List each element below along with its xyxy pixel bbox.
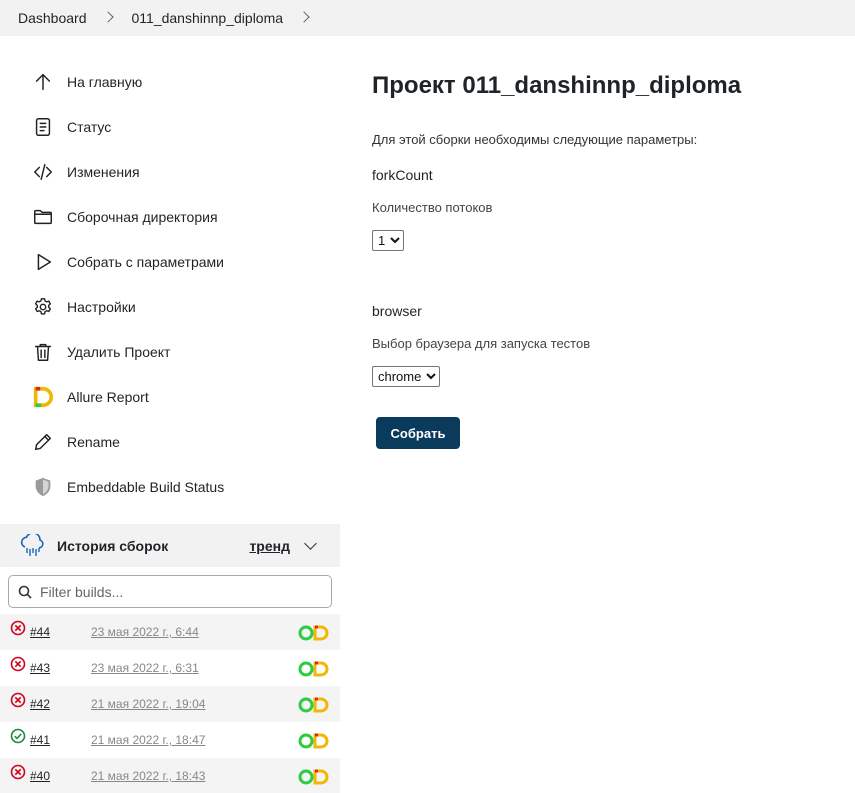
- task-label: Сборочная директория: [67, 208, 218, 225]
- failed-status-icon: [10, 692, 26, 708]
- task-workspace[interactable]: Сборочная директория: [0, 194, 340, 239]
- build-row: #43 23 мая 2022 г., 6:31: [0, 650, 340, 686]
- task-label: Изменения: [67, 163, 140, 180]
- build-row: #42 21 мая 2022 г., 19:04: [0, 686, 340, 722]
- build-number-link[interactable]: #44: [30, 625, 91, 639]
- param-description-browser: Выбор браузера для запуска тестов: [372, 336, 591, 351]
- parameters-intro: Для этой сборки необходимы следующие пар…: [372, 132, 698, 147]
- allure-report-icon[interactable]: [298, 768, 330, 786]
- build-number-link[interactable]: #42: [30, 697, 91, 711]
- folder-icon: [31, 205, 55, 229]
- build-history-title: История сборок: [57, 537, 169, 554]
- weather-rain-icon: [19, 531, 45, 558]
- build-date-link[interactable]: 21 мая 2022 г., 19:04: [91, 697, 205, 711]
- allure-report-icon[interactable]: [298, 696, 330, 714]
- forkcount-select[interactable]: 1: [372, 230, 404, 251]
- build-number-link[interactable]: #40: [30, 769, 91, 783]
- failed-status-icon: [10, 656, 26, 672]
- param-description-forkcount: Количество потоков: [372, 200, 493, 215]
- chevron-down-icon[interactable]: [304, 536, 317, 550]
- task-status[interactable]: Статус: [0, 104, 340, 149]
- build-date-link[interactable]: 23 мая 2022 г., 6:31: [91, 661, 199, 675]
- sidebar: На главную Статус Изменения Сборочная ди…: [0, 36, 340, 793]
- task-label: Статус: [67, 118, 112, 135]
- build-history: История сборок тренд #44 23 мая 2022 г.,…: [0, 524, 340, 793]
- allure-report-icon[interactable]: [298, 624, 330, 642]
- pencil-icon: [31, 430, 55, 454]
- filter-builds-input[interactable]: [40, 583, 310, 600]
- task-changes[interactable]: Изменения: [0, 149, 340, 194]
- allure-logo-icon: [31, 385, 55, 409]
- task-configure[interactable]: Настройки: [0, 284, 340, 329]
- task-build-with-parameters[interactable]: Собрать с параметрами: [0, 239, 340, 284]
- param-name-browser: browser: [372, 303, 422, 319]
- gear-icon: [31, 295, 55, 319]
- main-content: Проект 011_danshinnp_diploma Для этой сб…: [372, 36, 842, 449]
- task-embeddable-build-status[interactable]: Embeddable Build Status: [0, 464, 340, 509]
- filter-wrap: [0, 567, 340, 614]
- task-label: Embeddable Build Status: [67, 478, 225, 495]
- build-date-link[interactable]: 21 мая 2022 г., 18:43: [91, 769, 205, 783]
- breadcrumb-project[interactable]: 011_danshinnp_diploma: [132, 10, 284, 26]
- param-name-forkcount: forkCount: [372, 167, 433, 183]
- arrow-up-icon: [31, 70, 55, 94]
- browser-select[interactable]: chrome: [372, 366, 440, 387]
- task-list: На главную Статус Изменения Сборочная ди…: [0, 59, 340, 509]
- task-label: На главную: [67, 73, 143, 90]
- build-number-link[interactable]: #43: [30, 661, 91, 675]
- chevron-right-icon[interactable]: [101, 11, 114, 23]
- trend-link[interactable]: тренд: [249, 538, 290, 554]
- search-icon: [18, 585, 32, 599]
- build-row: #44 23 мая 2022 г., 6:44: [0, 614, 340, 650]
- page-title: Проект 011_danshinnp_diploma: [372, 72, 742, 99]
- trash-icon: [31, 340, 55, 364]
- task-back-to-dashboard[interactable]: На главную: [0, 59, 340, 104]
- task-label: Настройки: [67, 298, 136, 315]
- build-row: #40 21 мая 2022 г., 18:43: [0, 758, 340, 793]
- task-label: Собрать с параметрами: [67, 253, 224, 270]
- code-icon: [31, 160, 55, 184]
- filter-builds-box: [8, 575, 332, 608]
- breadcrumb: Dashboard 011_danshinnp_diploma: [0, 0, 855, 36]
- task-allure-report[interactable]: Allure Report: [0, 374, 340, 419]
- build-number-link[interactable]: #41: [30, 733, 91, 747]
- build-date-link[interactable]: 21 мая 2022 г., 18:47: [91, 733, 205, 747]
- build-row: #41 21 мая 2022 г., 18:47: [0, 722, 340, 758]
- chevron-right-icon[interactable]: [298, 11, 310, 23]
- document-icon: [31, 115, 55, 139]
- breadcrumb-dashboard[interactable]: Dashboard: [18, 10, 87, 26]
- play-icon: [31, 250, 55, 274]
- shield-icon: [31, 475, 55, 499]
- task-delete-project[interactable]: Удалить Проект: [0, 329, 340, 374]
- failed-status-icon: [10, 620, 26, 636]
- task-rename[interactable]: Rename: [0, 419, 340, 464]
- task-label: Allure Report: [67, 388, 149, 405]
- failed-status-icon: [10, 764, 26, 780]
- allure-report-icon[interactable]: [298, 732, 330, 750]
- success-status-icon: [10, 728, 26, 744]
- build-history-header: История сборок тренд: [0, 524, 340, 567]
- task-label: Rename: [67, 433, 120, 450]
- task-label: Удалить Проект: [67, 343, 171, 360]
- allure-report-icon[interactable]: [298, 660, 330, 678]
- build-submit-button[interactable]: Собрать: [376, 417, 460, 449]
- build-date-link[interactable]: 23 мая 2022 г., 6:44: [91, 625, 199, 639]
